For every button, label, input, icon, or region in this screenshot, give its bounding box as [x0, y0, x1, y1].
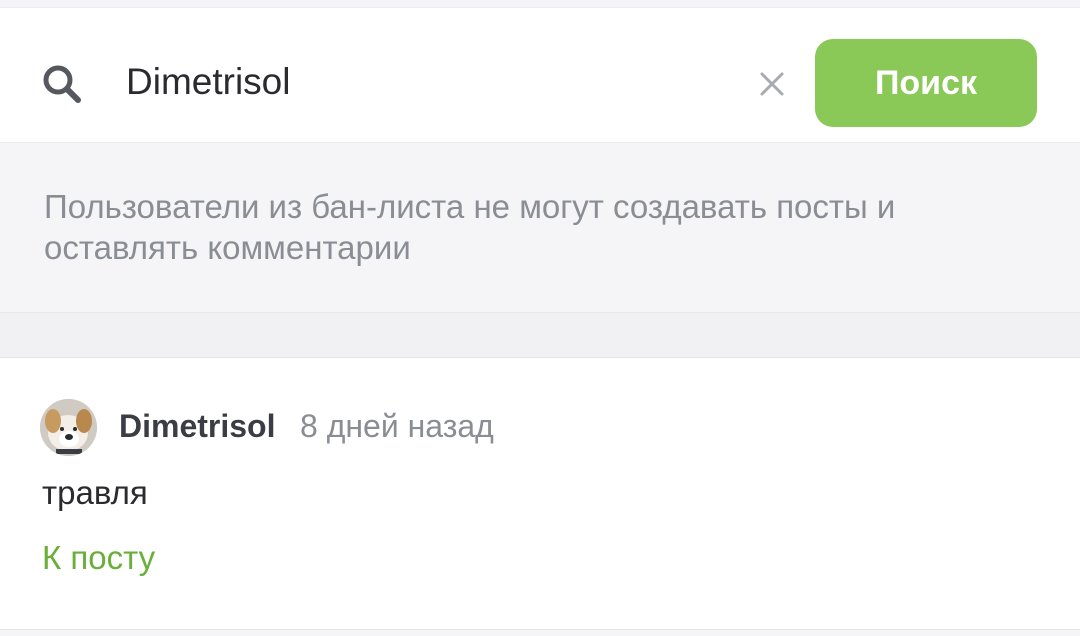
comment-card: Dimetrisol 8 дней назад травля К посту: [0, 358, 1080, 630]
search-input[interactable]: [126, 54, 726, 110]
ban-list-notice: Пользователи из бан-листа не могут созда…: [44, 188, 896, 266]
section-divider: [0, 312, 1080, 358]
comment-author[interactable]: Dimetrisol: [119, 408, 275, 445]
to-post-link[interactable]: К посту: [42, 539, 155, 577]
search-icon: [43, 65, 81, 103]
comment-text: травля: [42, 474, 148, 511]
avatar[interactable]: [40, 399, 97, 456]
search-button[interactable]: Поиск: [815, 39, 1037, 127]
comment-timestamp: 8 дней назад: [300, 408, 494, 444]
search-bar: Поиск: [0, 7, 1080, 143]
dog-avatar-icon: [40, 399, 97, 456]
close-icon[interactable]: [756, 68, 788, 100]
